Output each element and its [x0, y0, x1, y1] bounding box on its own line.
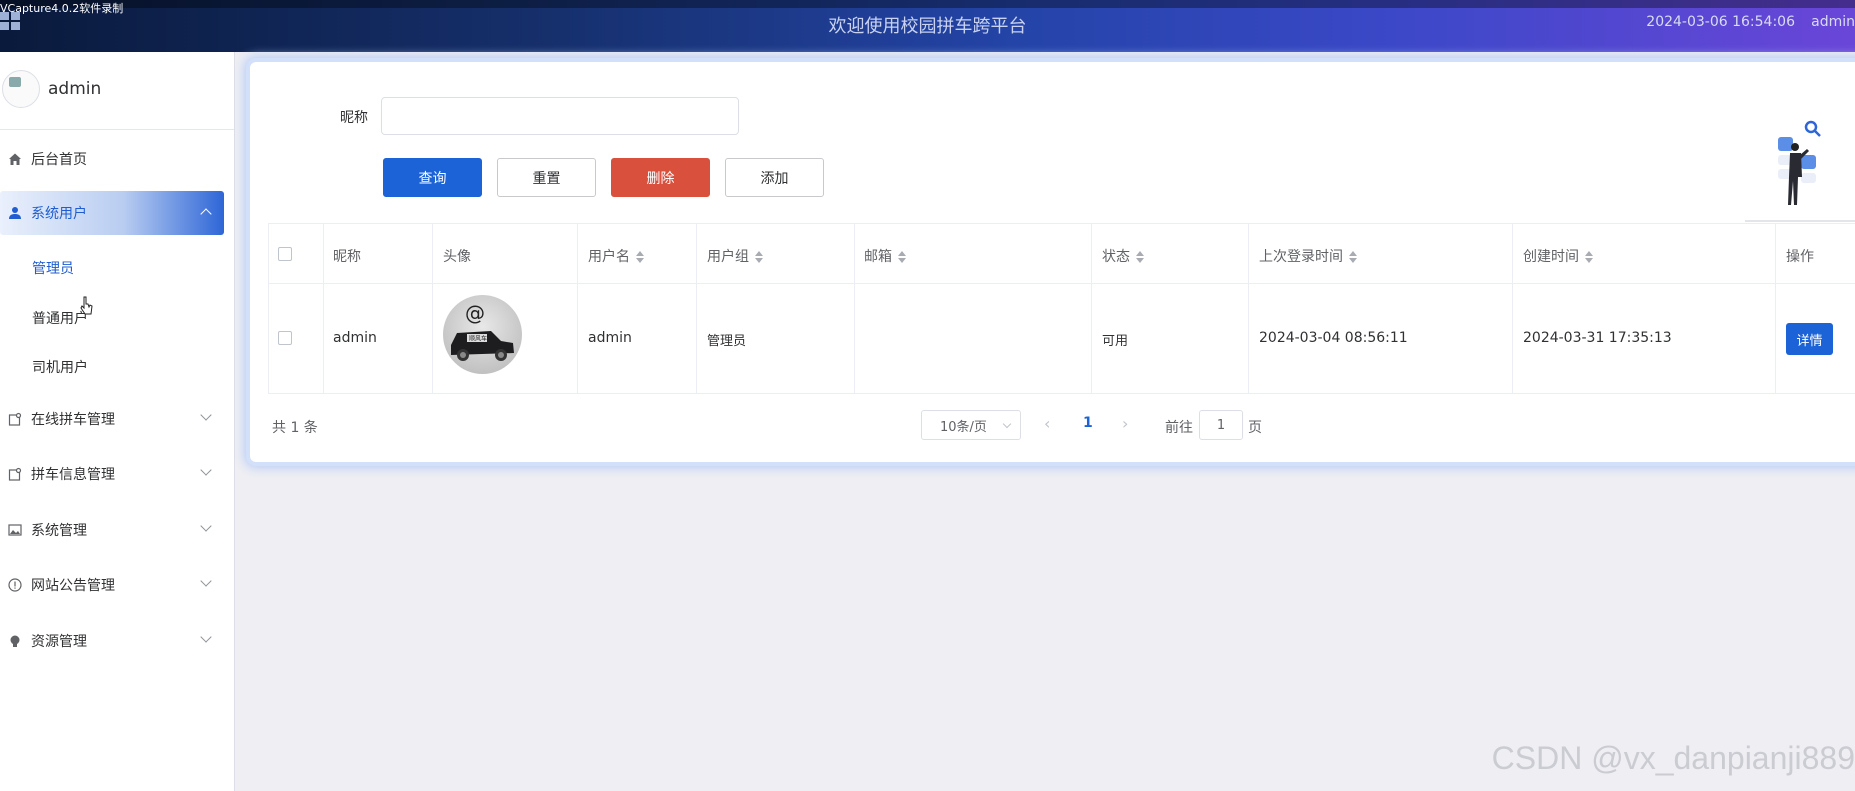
goto-unit-label: 页	[1248, 420, 1262, 436]
prev-page-icon[interactable]: ‹	[1044, 414, 1050, 433]
column-header-status[interactable]: 状态	[1102, 246, 1144, 266]
sidebar-item-resources[interactable]: 资源管理	[0, 619, 224, 663]
sidebar-item-label: 系统管理	[31, 523, 87, 539]
avatar	[2, 70, 40, 108]
tag-icon	[7, 466, 23, 482]
sidebar-item-label: 资源管理	[31, 634, 87, 650]
page-size-value: 10条/页	[940, 419, 987, 435]
sidebar-profile: admin	[0, 52, 234, 130]
chevron-down-icon	[200, 631, 212, 643]
user-icon	[7, 205, 23, 221]
pagination-total: 共 1 条	[272, 420, 318, 436]
chevron-down-icon	[200, 520, 212, 532]
site-title: 欢迎使用校园拼车跨平台	[828, 16, 1027, 37]
sidebar-item-online-carpool[interactable]: 在线拼车管理	[0, 397, 224, 441]
cell-created: 2024-03-31 17:35:13	[1523, 330, 1672, 346]
sort-icon[interactable]	[755, 251, 763, 263]
next-page-icon[interactable]: ›	[1122, 414, 1128, 433]
sidebar-subitem-drivers[interactable]: 司机用户	[32, 357, 88, 377]
chevron-down-icon	[200, 575, 212, 587]
column-header-last-login[interactable]: 上次登录时间	[1259, 246, 1357, 266]
sort-icon[interactable]	[636, 251, 644, 263]
page-number-current[interactable]: 1	[1083, 415, 1093, 431]
home-icon	[7, 151, 23, 167]
top-header-bar: VCapture4.0.2软件录制 欢迎使用校园拼车跨平台 2024-03-06…	[0, 0, 1855, 52]
chevron-down-icon	[1002, 419, 1012, 429]
column-header-username[interactable]: 用户名	[588, 246, 644, 266]
sidebar-item-carpool-info[interactable]: 拼车信息管理	[0, 452, 224, 496]
row-checkbox[interactable]	[278, 331, 292, 345]
header-datetime: 2024-03-06 16:54:06	[1646, 14, 1795, 30]
reset-button[interactable]: 重置	[497, 158, 596, 197]
mouse-cursor-icon	[80, 296, 94, 316]
header-label: 上次登录时间	[1259, 249, 1343, 265]
avatar-car-text: 顺风车	[469, 335, 487, 343]
cell-username: admin	[588, 330, 632, 346]
sidebar-item-label: 在线拼车管理	[31, 412, 115, 428]
goto-page-input[interactable]: 1	[1199, 410, 1243, 440]
header-label: 创建时间	[1523, 249, 1579, 265]
chevron-up-icon	[200, 208, 212, 220]
delete-button[interactable]: 删除	[611, 158, 710, 197]
sidebar-item-label: 后台首页	[31, 152, 87, 168]
sidebar-item-system-management[interactable]: 系统管理	[0, 508, 224, 552]
column-header-group[interactable]: 用户组	[707, 246, 763, 266]
sidebar-subitem-admin[interactable]: 管理员	[32, 258, 74, 278]
tag-icon	[7, 411, 23, 427]
sort-icon[interactable]	[898, 251, 906, 263]
nickname-search-input[interactable]	[381, 97, 739, 135]
sidebar-item-label: 系统用户	[31, 206, 87, 222]
page-size-select[interactable]: 10条/页	[921, 410, 1021, 440]
sidebar-item-system-users[interactable]: 系统用户	[0, 191, 224, 235]
cell-status: 可用	[1102, 334, 1129, 349]
search-person-illustration	[1745, 115, 1855, 225]
chevron-down-icon	[200, 464, 212, 476]
header-username[interactable]: admin	[1811, 14, 1855, 30]
sidebar-item-label: 网站公告管理	[31, 578, 115, 594]
sort-icon[interactable]	[1136, 251, 1144, 263]
query-button[interactable]: 查询	[383, 158, 482, 197]
sidebar-item-dashboard[interactable]: 后台首页	[0, 137, 224, 181]
sidebar-item-label: 拼车信息管理	[31, 467, 115, 483]
add-button[interactable]: 添加	[725, 158, 824, 197]
watermark: CSDN @vx_danpianji889	[1491, 740, 1855, 776]
header-label: 用户名	[588, 249, 630, 265]
detail-button[interactable]: 详情	[1786, 323, 1833, 355]
header-label: 状态	[1102, 249, 1130, 265]
column-header-nickname: 昵称	[333, 249, 361, 265]
select-all-checkbox[interactable]	[278, 247, 292, 261]
sort-icon[interactable]	[1349, 251, 1357, 263]
column-header-actions: 操作	[1786, 249, 1814, 265]
profile-name: admin	[48, 79, 102, 99]
cell-group: 管理员	[707, 334, 747, 349]
header-label: 邮箱	[864, 249, 892, 265]
column-header-avatar: 头像	[443, 249, 471, 265]
goto-label: 前往	[1165, 420, 1193, 436]
svg-text:@: @	[465, 301, 485, 325]
chevron-down-icon	[200, 409, 212, 421]
info-icon	[7, 577, 23, 593]
nickname-label: 昵称	[340, 110, 368, 126]
column-header-email[interactable]: 邮箱	[864, 246, 906, 266]
cell-nickname: admin	[333, 330, 377, 346]
cell-last-login: 2024-03-04 08:56:11	[1259, 330, 1408, 346]
header-label: 用户组	[707, 249, 749, 265]
column-header-created[interactable]: 创建时间	[1523, 246, 1593, 266]
bulb-icon	[7, 633, 23, 649]
sort-icon[interactable]	[1585, 251, 1593, 263]
sidebar-item-announcements[interactable]: 网站公告管理	[0, 563, 224, 607]
picture-icon	[7, 522, 23, 538]
user-avatar-image: @ 顺风车	[443, 295, 522, 374]
